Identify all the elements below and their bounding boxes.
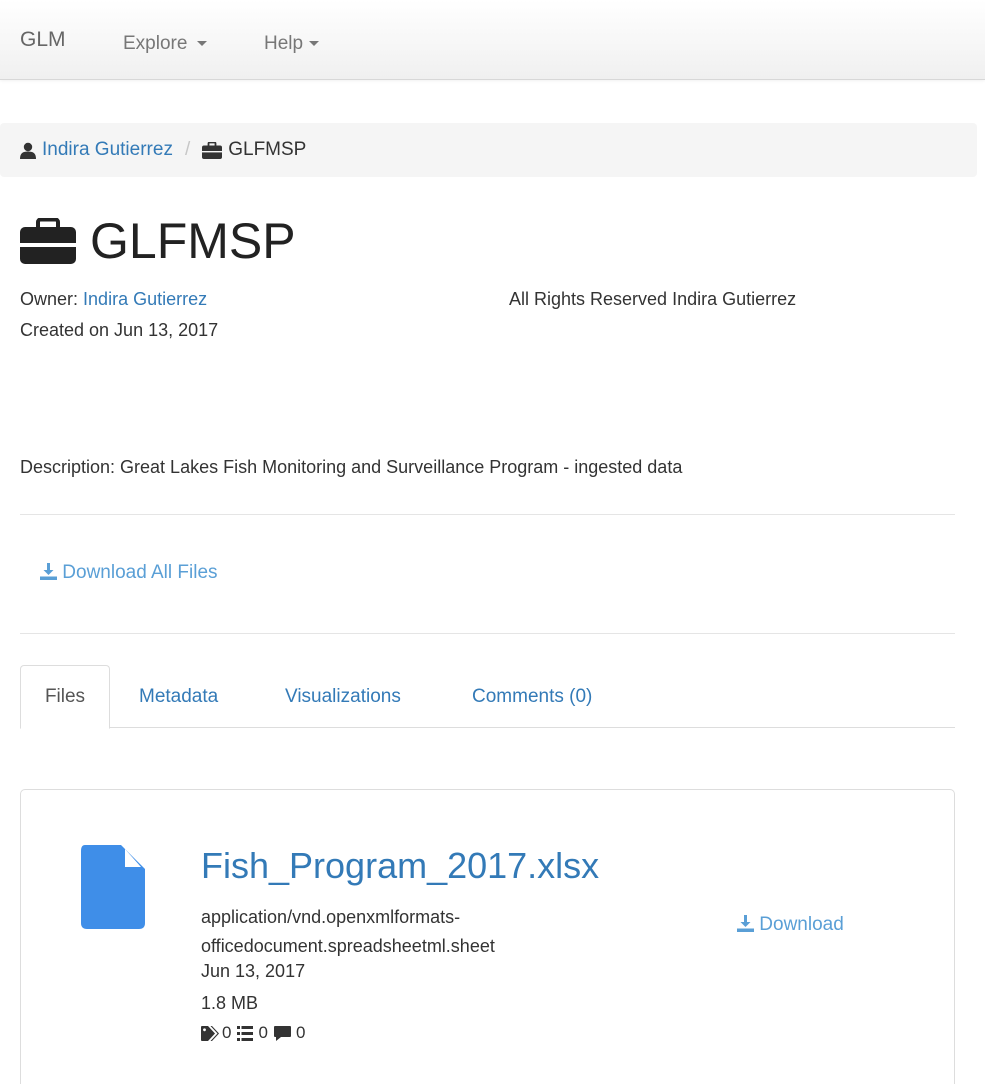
download-icon — [737, 915, 754, 932]
owner-info: Owner: Indira Gutierrez — [20, 289, 207, 310]
download-all-files-link[interactable]: Download All Files — [40, 562, 218, 584]
tab-files[interactable]: Files — [20, 665, 110, 729]
license-text: All Rights Reserved Indira Gutierrez — [509, 289, 797, 309]
breadcrumb-current: GLFMSP — [228, 139, 307, 160]
page-title: GLFMSP — [20, 212, 296, 270]
download-all-label: Download All Files — [62, 562, 218, 583]
divider — [20, 633, 955, 634]
owner-link[interactable]: Indira Gutierrez — [83, 289, 207, 309]
file-download-label: Download — [759, 914, 844, 935]
briefcase-icon — [202, 141, 223, 159]
nav-explore-label: Explore — [123, 33, 188, 54]
tab-visualizations[interactable]: Visualizations — [285, 665, 401, 728]
comment-icon — [273, 1025, 291, 1041]
navbar: GLM Explore Help — [0, 0, 985, 80]
owner-label: Owner: — [20, 289, 79, 309]
list-icon — [237, 1025, 254, 1041]
nav-help-dropdown[interactable]: Help — [264, 33, 320, 55]
tab-metadata[interactable]: Metadata — [139, 665, 218, 728]
download-icon — [40, 563, 57, 580]
metadata-count: 0 — [258, 1023, 268, 1042]
user-icon — [20, 142, 36, 159]
tags-icon — [201, 1025, 219, 1041]
page-title-text: GLFMSP — [90, 213, 296, 269]
created-date: Created on Jun 13, 2017 — [20, 320, 219, 340]
file-download-link[interactable]: Download — [737, 914, 844, 936]
caret-down-icon — [196, 41, 207, 47]
file-panel: Fish_Program_2017.xlsx application/vnd.o… — [20, 789, 955, 1084]
nav-explore-dropdown[interactable]: Explore — [123, 33, 207, 55]
file-icon — [81, 845, 145, 929]
nav-help-label: Help — [264, 33, 304, 54]
brand-link[interactable]: GLM — [20, 28, 66, 52]
divider — [20, 514, 955, 515]
file-size: 1.8 MB — [201, 993, 259, 1013]
file-mime-type-line: application/vnd.openxmlformats- — [201, 907, 461, 927]
tab-bar: Files Metadata Visualizations Comments (… — [20, 665, 955, 729]
briefcase-icon — [20, 218, 76, 264]
file-mime-type: application/vnd.openxmlformats- officedo… — [201, 903, 601, 961]
dataset-description: Description: Great Lakes Fish Monitoring… — [20, 457, 683, 477]
tags-count: 0 — [222, 1023, 232, 1042]
file-mime-type-line: officedocument.spreadsheetml.sheet — [201, 936, 495, 956]
comments-count: 0 — [295, 1023, 306, 1042]
caret-down-icon — [309, 41, 320, 47]
breadcrumb-separator: / — [184, 139, 191, 160]
breadcrumb-owner-link[interactable]: Indira Gutierrez — [42, 139, 173, 161]
breadcrumb: Indira Gutierrez / GLFMSP — [0, 123, 977, 177]
file-name-link[interactable]: Fish_Program_2017.xlsx — [201, 845, 599, 887]
file-stats: 0 0 0 — [201, 1023, 311, 1043]
tab-comments[interactable]: Comments (0) — [472, 665, 592, 728]
file-date: Jun 13, 2017 — [201, 961, 306, 981]
